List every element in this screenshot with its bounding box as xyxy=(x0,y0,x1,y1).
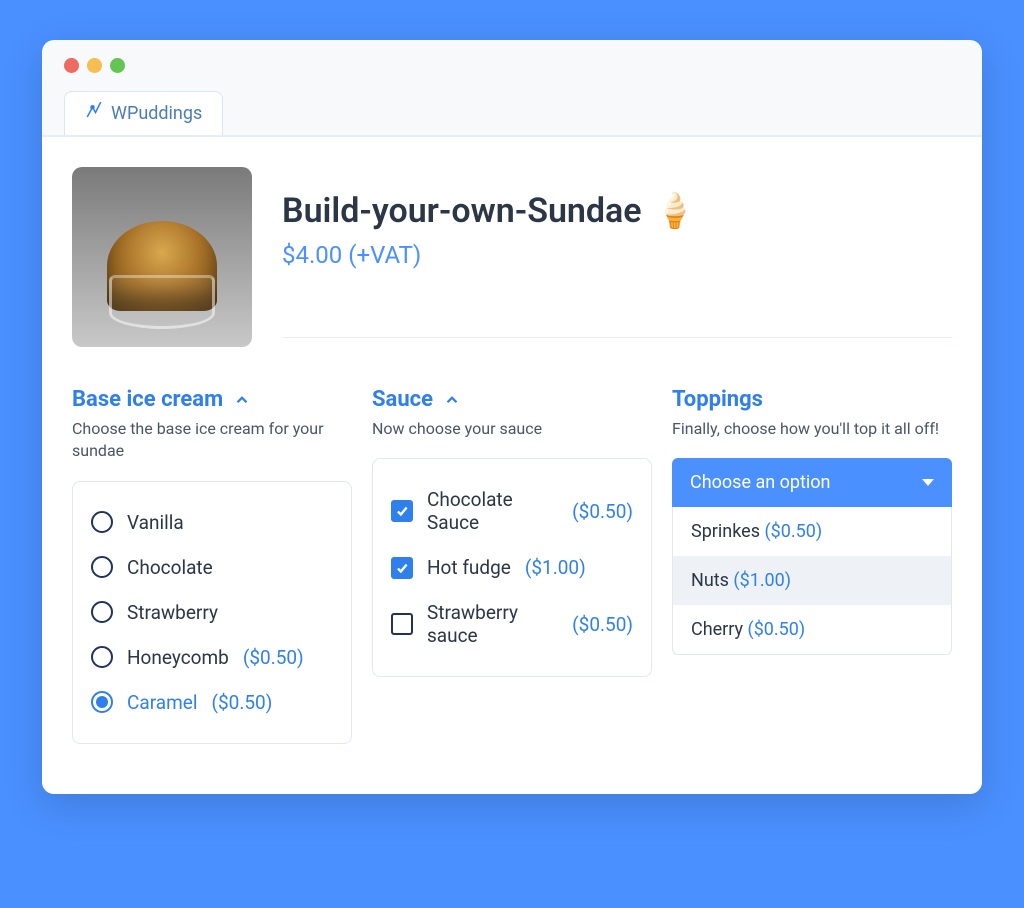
base-title-text: Base ice cream xyxy=(72,387,223,412)
close-window-icon[interactable] xyxy=(64,58,79,73)
triangle-down-icon xyxy=(922,479,934,486)
sauce-option-box: Chocolate Sauce ($0.50) Hot fudge ($1.00… xyxy=(372,458,652,677)
radio-strawberry[interactable]: Strawberry xyxy=(91,590,333,635)
page-content: Build-your-own-Sundae 🍦 $4.00 (+VAT) Bas… xyxy=(42,137,982,794)
checkbox-icon xyxy=(391,557,413,579)
radio-icon xyxy=(91,691,113,713)
radio-chocolate[interactable]: Chocolate xyxy=(91,545,333,590)
product-image xyxy=(72,167,252,347)
sauce-title-text: Sauce xyxy=(372,387,433,412)
base-title[interactable]: Base ice cream xyxy=(72,387,352,412)
product-header-text: Build-your-own-Sundae 🍦 $4.00 (+VAT) xyxy=(282,167,952,338)
option-price: ($0.50) xyxy=(243,646,304,669)
dropdown-item-sprinkes[interactable]: Sprinkes ($0.50) xyxy=(673,507,951,556)
option-label: Honeycomb xyxy=(127,646,229,669)
sauce-column: Sauce Now choose your sauce Chocolate Sa… xyxy=(372,387,652,744)
tab-bar: WPuddings xyxy=(42,73,982,137)
options-columns: Base ice cream Choose the base ice cream… xyxy=(72,387,952,744)
dropdown-item-cherry[interactable]: Cherry ($0.50) xyxy=(673,605,951,654)
tab-label: WPuddings xyxy=(111,103,202,124)
option-label: Sprinkes xyxy=(691,521,760,542)
checkbox-icon xyxy=(391,500,413,522)
base-column: Base ice cream Choose the base ice cream… xyxy=(72,387,352,744)
toppings-title-text: Toppings xyxy=(672,387,763,412)
option-label: Chocolate Sauce xyxy=(427,488,558,534)
check-strawberry-sauce[interactable]: Strawberry sauce ($0.50) xyxy=(391,590,633,658)
check-chocolate-sauce[interactable]: Chocolate Sauce ($0.50) xyxy=(391,477,633,545)
radio-vanilla[interactable]: Vanilla xyxy=(91,500,333,545)
option-price: ($0.50) xyxy=(572,500,633,523)
chevron-up-icon xyxy=(443,391,461,409)
product-price: $4.00 (+VAT) xyxy=(282,241,952,269)
dropdown-item-nuts[interactable]: Nuts ($1.00) xyxy=(673,556,951,605)
option-price: ($0.50) xyxy=(211,691,272,714)
option-price: ($0.50) xyxy=(572,613,633,636)
toppings-dropdown-list: Sprinkes ($0.50) Nuts ($1.00) Cherry ($0… xyxy=(672,507,952,655)
toppings-dropdown: Choose an option Sprinkes ($0.50) Nuts (… xyxy=(672,458,952,655)
option-label: Strawberry sauce xyxy=(427,601,558,647)
option-label: Hot fudge xyxy=(427,556,511,579)
option-price: ($1.00) xyxy=(733,570,791,591)
option-label: Caramel xyxy=(127,691,197,714)
divider xyxy=(282,337,952,338)
sauce-desc: Now choose your sauce xyxy=(372,418,652,440)
chevron-up-icon xyxy=(233,391,251,409)
browser-window: WPuddings Build-your-own-Sundae 🍦 $4.00 … xyxy=(42,40,982,794)
option-price: ($0.50) xyxy=(748,619,806,640)
base-desc: Choose the base ice cream for your sunda… xyxy=(72,418,352,463)
option-label: Cherry xyxy=(691,619,743,640)
option-label: Chocolate xyxy=(127,556,213,579)
radio-caramel[interactable]: Caramel ($0.50) xyxy=(91,680,333,725)
option-price: ($0.50) xyxy=(764,521,822,542)
toppings-desc: Finally, choose how you'll top it all of… xyxy=(672,418,952,440)
toppings-dropdown-toggle[interactable]: Choose an option xyxy=(672,458,952,507)
maximize-window-icon[interactable] xyxy=(110,58,125,73)
sauce-title[interactable]: Sauce xyxy=(372,387,652,412)
option-label: Nuts xyxy=(691,570,729,591)
option-label: Vanilla xyxy=(127,511,184,534)
toppings-column: Toppings Finally, choose how you'll top … xyxy=(672,387,952,744)
ice-cream-emoji-icon: 🍦 xyxy=(654,191,696,231)
product-title: Build-your-own-Sundae 🍦 xyxy=(282,191,952,231)
check-hot-fudge[interactable]: Hot fudge ($1.00) xyxy=(391,545,633,590)
checkbox-icon xyxy=(391,613,413,635)
option-price: ($1.00) xyxy=(525,556,586,579)
base-option-box: Vanilla Chocolate Strawberry Honeycomb (… xyxy=(72,481,352,744)
product-header: Build-your-own-Sundae 🍦 $4.00 (+VAT) xyxy=(72,167,952,347)
product-title-text: Build-your-own-Sundae xyxy=(282,191,642,231)
option-label: Strawberry xyxy=(127,601,218,624)
radio-honeycomb[interactable]: Honeycomb ($0.50) xyxy=(91,635,333,680)
window-titlebar xyxy=(42,40,982,73)
radio-icon xyxy=(91,646,113,668)
radio-icon xyxy=(91,511,113,533)
radio-icon xyxy=(91,601,113,623)
dropdown-placeholder: Choose an option xyxy=(690,472,831,493)
toppings-title: Toppings xyxy=(672,387,952,412)
minimize-window-icon[interactable] xyxy=(87,58,102,73)
tab-wpuddings[interactable]: WPuddings xyxy=(64,91,223,135)
pen-tool-icon xyxy=(85,102,103,125)
radio-icon xyxy=(91,556,113,578)
